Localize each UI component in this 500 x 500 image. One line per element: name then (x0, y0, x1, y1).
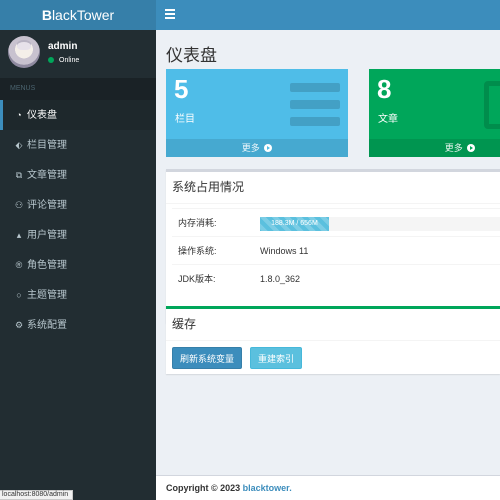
card-more-link[interactable]: 更多 (369, 139, 500, 157)
copy-icon: ⧉ (15, 170, 23, 180)
sidebar-toggle-icon[interactable] (165, 7, 175, 21)
footer-brand-link[interactable]: blacktower. (243, 483, 292, 493)
gear-icon: ⚙ (14, 320, 24, 330)
user-icon: ▴ (16, 230, 22, 240)
arrow-circle-right-icon (467, 144, 476, 152)
user-panel: admin Online (0, 30, 156, 78)
os-row: 操作系统: Windows 11 (172, 236, 500, 264)
arrow-circle-right-icon (264, 144, 273, 152)
memory-progress: 188.3M / 656M (260, 217, 500, 231)
user-name: admin (48, 41, 78, 52)
os-label: 操作系统: (178, 246, 217, 256)
file-icon (484, 81, 500, 129)
avatar (8, 36, 40, 68)
card-label: 栏目 (175, 114, 195, 125)
system-usage-panel: 系统占用情况 内存消耗: 188.3M / 656M 操作系统: Windows… (166, 169, 500, 323)
comments-icon: ⚇ (14, 200, 24, 210)
card-articles: 8 文章 更多 (369, 69, 500, 157)
card-more-link[interactable]: 更多 (166, 139, 348, 157)
sidebar-item-articles[interactable]: ⧉ 文章管理 (0, 160, 156, 190)
panel-title: 缓存 (166, 309, 500, 341)
top-navbar (156, 0, 500, 30)
logo-bold: B (41, 7, 52, 23)
sidebar-item-roles[interactable]: ® 角色管理 (0, 250, 156, 280)
more-text: 更多 (444, 143, 463, 153)
panel-title: 系统占用情况 (166, 172, 500, 204)
menu-header: MENUS (0, 78, 156, 100)
app-logo[interactable]: BlackTower (0, 0, 156, 30)
sidebar-item-users[interactable]: ▴ 用户管理 (0, 220, 156, 250)
sidebar-item-label: 系统配置 (27, 320, 67, 331)
memory-row: 内存消耗: 188.3M / 656M (172, 208, 500, 236)
footer: Copyright © 2023 blacktower. (156, 475, 500, 500)
status-bar-url: localhost:8080/admin (0, 490, 74, 500)
main-content: 仪表盘 5 栏目 更多 8 文章 更多 系统占用情况 内存消耗: 188.3M … (156, 30, 500, 500)
dashboard-icon: ◔ (16, 110, 22, 120)
sidebar-item-dashboard[interactable]: ◔ 仪表盘 (0, 100, 156, 130)
card-number: 8 (377, 74, 392, 104)
memory-label: 内存消耗: (178, 218, 217, 228)
sidebar-item-label: 评论管理 (27, 200, 67, 211)
more-text: 更多 (241, 143, 260, 153)
card-number: 5 (174, 74, 189, 104)
tag-icon: ⬖ (15, 140, 23, 150)
circle-icon: ○ (16, 290, 22, 300)
sidebar-item-categories[interactable]: ⬖ 栏目管理 (0, 130, 156, 160)
sidebar-item-label: 主题管理 (27, 290, 67, 301)
copyright-text: Copyright © 2023 (166, 483, 241, 493)
logo-text: lackTower (51, 7, 115, 23)
sidebar-item-label: 仪表盘 (27, 110, 57, 121)
sidebar-item-label: 角色管理 (27, 260, 67, 271)
sidebar-item-label: 文章管理 (27, 170, 67, 181)
sidebar-item-label: 栏目管理 (27, 140, 67, 151)
card-label: 文章 (378, 114, 398, 125)
online-dot-icon (48, 57, 54, 63)
jdk-row: JDK版本: 1.8.0_362 (172, 264, 500, 292)
sidebar-item-label: 用户管理 (27, 230, 67, 241)
sidebar-menu: ◔ 仪表盘 ⬖ 栏目管理 ⧉ 文章管理 ⚇ 评论管理 ▴ 用户管理 ® 角色管理 ○ 主题管理… (0, 100, 156, 340)
refresh-variables-button[interactable]: 刷新系统变量 (172, 347, 243, 369)
page-title: 仪表盘 (166, 46, 217, 65)
user-status-text: Online (59, 57, 80, 64)
registered-icon: ® (15, 260, 23, 270)
card-categories: 5 栏目 更多 (166, 69, 348, 157)
jdk-value: 1.8.0_362 (260, 274, 301, 284)
cache-panel: 缓存 刷新系统变量 重建索引 (166, 306, 500, 374)
rebuild-index-button[interactable]: 重建索引 (250, 347, 303, 369)
jdk-label: JDK版本: (178, 274, 216, 284)
sidebar-item-themes[interactable]: ○ 主题管理 (0, 280, 156, 310)
user-status: Online (48, 57, 79, 64)
sidebar-item-comments[interactable]: ⚇ 评论管理 (0, 190, 156, 220)
os-value: Windows 11 (260, 246, 309, 256)
sidebar: admin Online MENUS ◔ 仪表盘 ⬖ 栏目管理 ⧉ 文章管理 ⚇ 评论管… (0, 30, 156, 500)
sidebar-item-settings[interactable]: ⚙ 系统配置 (0, 310, 156, 340)
memory-progress-fill: 188.3M / 656M (260, 217, 329, 231)
